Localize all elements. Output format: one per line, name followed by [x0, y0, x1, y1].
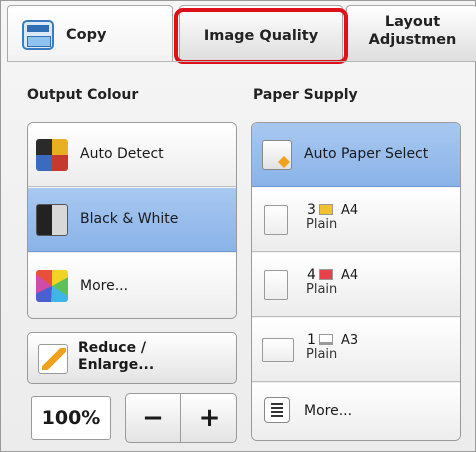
black-white-option[interactable]: Black & White	[28, 188, 236, 252]
paper-more-label: More...	[304, 403, 353, 419]
zoom-plus-button[interactable]: +	[182, 394, 237, 442]
paper-supply-title: Paper Supply	[253, 87, 358, 103]
paper-loaded-icon	[319, 269, 333, 280]
zoom-minus-button[interactable]: −	[126, 394, 181, 442]
paper-more-option[interactable]: More...	[252, 383, 460, 440]
copy-screen: Copy Image Quality Layout Adjustmen Outp…	[0, 0, 476, 452]
tab-copy[interactable]: Copy	[7, 5, 173, 61]
tray-size: A4	[341, 268, 359, 283]
tray-paper-type: Plain	[306, 282, 338, 297]
auto-detect-option[interactable]: Auto Detect	[28, 123, 236, 187]
paper-supply-panel: Auto Paper Select 3 A4 Plain 4 A4 Plain …	[251, 122, 461, 441]
tab-copy-label: Copy	[66, 27, 107, 43]
tray-4-option[interactable]: 4 A4 Plain	[252, 253, 460, 317]
output-colour-title: Output Colour	[27, 87, 139, 103]
auto-paper-label: Auto Paper Select	[304, 146, 429, 162]
tray-paper-type: Plain	[306, 347, 338, 362]
colour-palette-icon	[36, 270, 68, 302]
output-colour-panel: Auto Detect Black & White More...	[27, 122, 237, 319]
tray-number: 3	[307, 202, 316, 218]
auto-detect-colour-icon	[36, 139, 68, 171]
reduce-enlarge-label: Reduce / Enlarge...	[78, 340, 155, 373]
tray-size: A3	[341, 333, 359, 348]
auto-paper-select-option[interactable]: Auto Paper Select	[252, 123, 460, 187]
tab-layout-adjustment[interactable]: Layout Adjustmen	[346, 5, 476, 61]
reduce-enlarge-icon	[38, 344, 68, 374]
copy-icon	[22, 20, 54, 50]
list-icon	[264, 397, 290, 423]
tab-layout-label: Layout Adjustmen	[368, 14, 457, 48]
tray-icon	[262, 338, 294, 362]
black-white-label: Black & White	[80, 211, 179, 227]
tray-3-option[interactable]: 3 A4 Plain	[252, 188, 460, 252]
tray-paper-type: Plain	[306, 217, 338, 232]
paper-loaded-icon	[319, 334, 333, 345]
tray-icon	[264, 205, 288, 235]
auto-paper-icon	[262, 140, 292, 170]
tab-divider	[7, 61, 476, 62]
tray-size: A4	[341, 203, 359, 218]
paper-loaded-icon	[319, 204, 333, 215]
tray-number: 1	[307, 332, 316, 348]
reduce-enlarge-button[interactable]: Reduce / Enlarge...	[27, 332, 237, 384]
colour-more-label: More...	[80, 278, 129, 294]
auto-detect-label: Auto Detect	[80, 146, 164, 162]
colour-more-option[interactable]: More...	[28, 253, 236, 318]
black-white-icon	[36, 204, 68, 236]
tray-icon	[264, 270, 288, 300]
zoom-value: 100%	[31, 396, 111, 440]
zoom-stepper: − +	[125, 393, 237, 443]
image-quality-highlight	[174, 8, 348, 64]
tray-number: 4	[307, 267, 316, 283]
tray-1-option[interactable]: 1 A3 Plain	[252, 318, 460, 382]
